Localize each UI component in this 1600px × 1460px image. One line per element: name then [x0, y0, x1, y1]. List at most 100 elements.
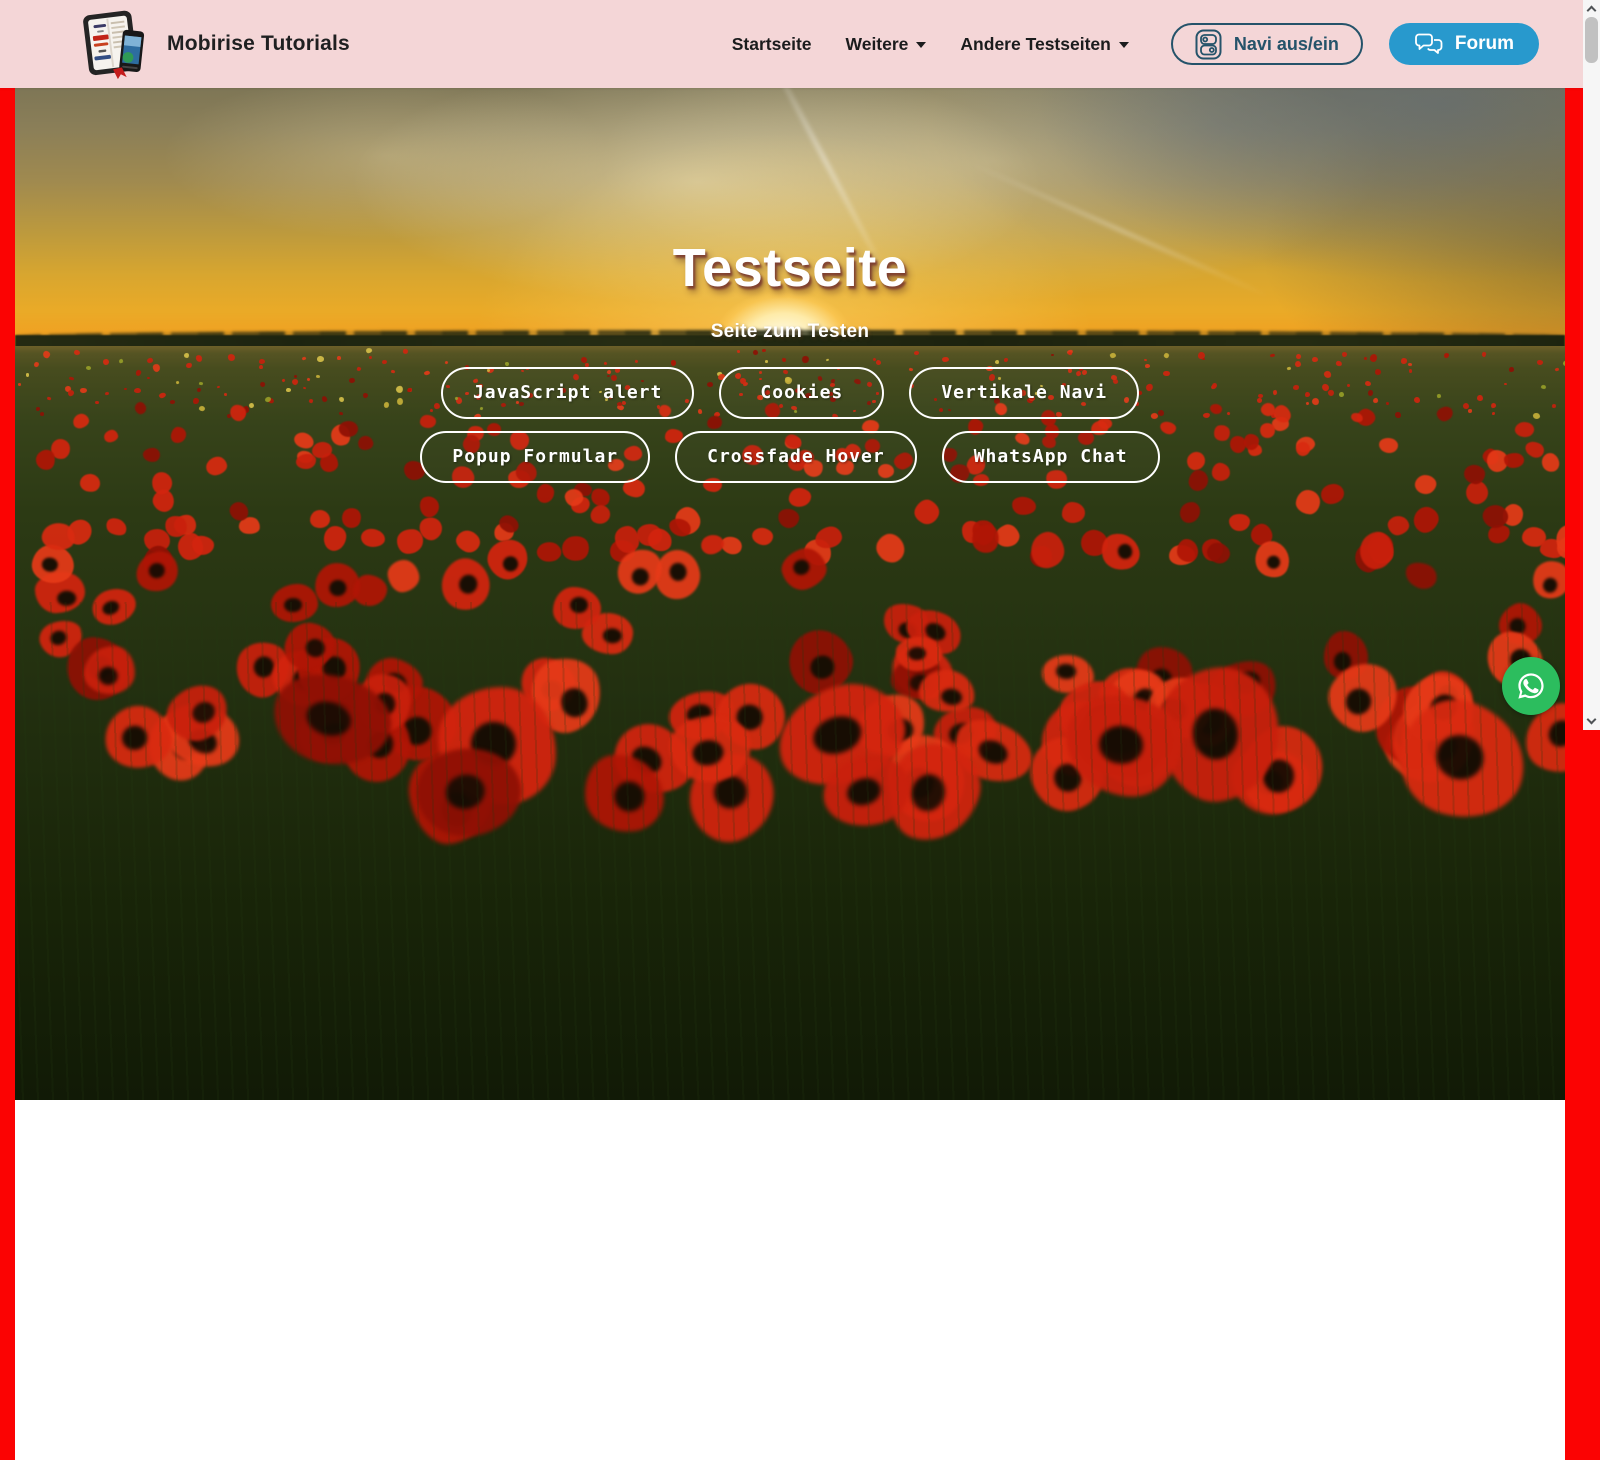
poppy-flower-decoration	[589, 502, 613, 526]
hero-button-javascript-alert[interactable]: JavaScript alert	[441, 367, 694, 419]
hero-button-popup-formular[interactable]: Popup Formular	[420, 431, 650, 483]
poppy-flower-decoration	[1318, 651, 1408, 742]
whatsapp-chat-fab[interactable]	[1502, 657, 1560, 715]
poppy-center-decoration	[329, 579, 348, 597]
poppy-flower-decoration	[339, 505, 364, 530]
poppy-center-decoration	[908, 648, 926, 662]
poppy-center-decoration	[289, 666, 317, 695]
poppy-center-decoration	[907, 770, 950, 816]
poppy-flower-decoration	[515, 653, 580, 717]
poppy-flower-decoration	[751, 527, 775, 548]
poppy-flower-decoration	[1061, 502, 1085, 523]
poppy-center-decoration	[57, 590, 77, 606]
poppy-flower-decoration	[1229, 514, 1250, 531]
poppy-center-decoration	[940, 687, 964, 707]
poppy-flower-decoration	[409, 738, 529, 846]
poppy-flower-decoration	[581, 611, 635, 655]
scrollbar-thumb[interactable]	[1585, 17, 1598, 63]
poppy-flower-decoration	[360, 652, 428, 714]
poppy-flower-decoration	[104, 515, 130, 538]
poppy-flower-decoration	[1321, 484, 1345, 505]
poppy-flower-decoration	[872, 529, 909, 567]
poppy-center-decoration	[1147, 665, 1176, 694]
forum-label: Forum	[1455, 33, 1514, 55]
poppy-flower-decoration	[323, 525, 348, 552]
poppy-center-decoration	[1198, 708, 1223, 734]
poppy-flower-decoration	[1402, 559, 1441, 594]
poppy-flower-decoration	[1042, 700, 1117, 776]
poppy-flower-decoration	[1140, 670, 1219, 748]
poppy-flower-decoration	[482, 534, 534, 586]
page-subtitle: Seite zum Testen	[711, 321, 870, 343]
nav-item-weitere[interactable]: Weitere	[846, 34, 927, 55]
poppy-flower-decoration	[603, 711, 705, 808]
hero-button-cookies[interactable]: Cookies	[719, 367, 884, 419]
poppy-center-decoration	[1398, 742, 1430, 772]
poppy-flower-decoration	[271, 583, 319, 623]
poppy-center-decoration	[558, 686, 591, 720]
poppy-center-decoration	[1431, 730, 1488, 784]
toggle-switch-icon	[1195, 29, 1222, 60]
poppy-flower-decoration	[1227, 745, 1312, 819]
poppy-center-decoration	[1252, 768, 1284, 796]
poppy-flower-decoration	[1049, 671, 1141, 756]
poppy-center-decoration	[685, 702, 713, 725]
poppy-flower-decoration	[1180, 502, 1201, 524]
poppy-flower-decoration	[417, 493, 443, 520]
poppy-center-decoration	[189, 699, 218, 727]
poppy-flower-decoration	[192, 535, 216, 556]
poppy-center-decoration	[627, 741, 666, 778]
poppy-center-decoration	[631, 567, 651, 587]
poppy-flower-decoration	[878, 597, 936, 651]
hero-button-crossfade-hover[interactable]: Crossfade Hover	[675, 431, 917, 483]
poppy-flower-decoration	[1380, 709, 1465, 787]
poppy-center-decoration	[184, 724, 221, 758]
poppy-center-decoration	[48, 629, 68, 647]
hero-button-whatsapp-chat[interactable]: WhatsApp Chat	[942, 431, 1160, 483]
poppy-center-decoration	[540, 678, 565, 702]
poppy-flower-decoration	[776, 507, 801, 530]
poppy-flower-decoration	[788, 487, 812, 508]
poppy-flower-decoration	[453, 527, 484, 556]
poppy-flower-decoration	[900, 600, 969, 662]
forum-button[interactable]: Forum	[1389, 23, 1539, 65]
scroll-down-arrow-icon[interactable]	[1587, 715, 1597, 725]
poppy-center-decoration	[613, 780, 646, 813]
poppy-flower-decoration	[1041, 654, 1094, 694]
poppy-flower-decoration	[99, 699, 178, 775]
nav-item-andere-testseiten[interactable]: Andere Testseiten	[960, 34, 1128, 55]
poppy-center-decoration	[470, 721, 516, 767]
poppy-center-decoration	[1050, 760, 1084, 795]
poppy-flower-decoration	[1386, 513, 1411, 536]
poppy-center-decoration	[1393, 717, 1426, 751]
poppy-flower-decoration	[677, 742, 788, 852]
poppy-flower-decoration	[1099, 661, 1175, 741]
poppy-flower-decoration	[666, 711, 755, 787]
main-navigation: Startseite Weitere Andere Testseiten	[732, 34, 1129, 55]
nav-item-startseite[interactable]: Startseite	[732, 34, 812, 55]
poppy-flower-decoration	[523, 650, 610, 740]
poppy-flower-decoration	[536, 483, 555, 503]
hero-button-vertikale-navi[interactable]: Vertikale Navi	[909, 367, 1139, 419]
poppy-center-decoration	[691, 738, 725, 767]
scroll-up-arrow-icon[interactable]	[1587, 6, 1597, 16]
poppy-center-decoration	[807, 652, 838, 683]
poppy-flower-decoration	[301, 673, 383, 753]
poppy-center-decoration	[457, 572, 481, 596]
nav-toggle-button[interactable]: Navi aus/ein	[1171, 23, 1363, 65]
poppy-center-decoration	[500, 554, 520, 574]
browser-scrollbar	[1583, 0, 1600, 730]
nav-toggle-label: Navi aus/ein	[1234, 34, 1339, 55]
hero-button-row-2: Popup Formular Crossfade Hover WhatsApp Ch…	[420, 431, 1159, 483]
brand-link[interactable]: Mobirise Tutorials	[76, 5, 350, 83]
poppy-center-decoration	[98, 666, 118, 685]
poppy-flower-decoration	[581, 750, 668, 837]
hero-section: Testseite Seite zum Testen JavaScript al…	[15, 88, 1565, 1100]
poppy-center-decoration	[148, 561, 167, 579]
poppy-flower-decoration	[1324, 631, 1368, 680]
poppy-center-decoration	[734, 703, 765, 733]
poppy-flower-decoration	[331, 699, 423, 794]
poppy-flower-decoration	[152, 690, 249, 779]
poppy-flower-decoration	[916, 665, 979, 717]
poppy-center-decoration	[323, 698, 354, 728]
